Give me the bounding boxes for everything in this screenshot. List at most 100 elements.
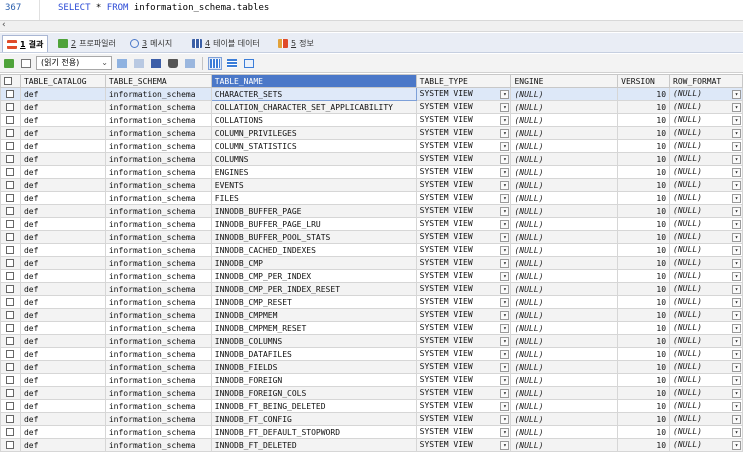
table-row[interactable]: def information_schema CHARACTER_SETS ▾ SYST…	[0, 87, 743, 101]
table-cell[interactable]: ▾ (NULL)	[669, 386, 743, 400]
cell-dropdown-icon[interactable]: ▾	[500, 402, 510, 411]
cell-dropdown-icon[interactable]: ▾	[500, 415, 510, 424]
table-cell[interactable]: ▾ SYSTEM VIEW	[415, 386, 512, 400]
table-cell[interactable]: ▾ SYSTEM VIEW	[415, 87, 512, 101]
row-checkbox-cell[interactable]	[0, 269, 21, 283]
cell-dropdown-icon[interactable]: ▾	[500, 350, 510, 359]
table-cell[interactable]: INNODB_DATAFILES	[210, 347, 417, 361]
table-cell[interactable]: (NULL)	[510, 256, 619, 270]
table-cell[interactable]: 10	[617, 321, 671, 335]
table-cell[interactable]: 10	[617, 399, 671, 413]
row-checkbox-cell[interactable]	[0, 347, 21, 361]
table-cell[interactable]: def	[19, 308, 106, 322]
duplicate-row-button[interactable]	[132, 57, 146, 70]
row-checkbox-cell[interactable]	[0, 256, 21, 270]
table-cell[interactable]: 10	[617, 256, 671, 270]
table-cell[interactable]: ▾ SYSTEM VIEW	[415, 243, 512, 257]
table-cell[interactable]: information_schema	[104, 178, 212, 192]
column-header[interactable]: TABLE_NAME	[210, 74, 417, 88]
row-checkbox[interactable]	[6, 181, 15, 189]
table-cell[interactable]: ▾ SYSTEM VIEW	[415, 295, 512, 309]
table-cell[interactable]: ▾ (NULL)	[669, 178, 743, 192]
cell-dropdown-icon[interactable]: ▾	[500, 194, 510, 203]
row-checkbox[interactable]	[6, 285, 15, 293]
cell-dropdown-icon[interactable]: ▾	[732, 389, 741, 398]
table-cell[interactable]: 10	[617, 191, 671, 205]
table-cell[interactable]: 10	[617, 347, 671, 361]
table-cell[interactable]: def	[19, 438, 106, 452]
table-cell[interactable]: 10	[617, 152, 671, 166]
table-cell[interactable]: def	[19, 399, 106, 413]
cell-dropdown-icon[interactable]: ▾	[732, 259, 741, 268]
table-cell[interactable]: information_schema	[104, 204, 212, 218]
table-cell[interactable]: (NULL)	[510, 178, 619, 192]
row-checkbox-cell[interactable]	[0, 204, 21, 218]
cell-dropdown-icon[interactable]: ▾	[732, 142, 741, 151]
table-cell[interactable]: INNODB_FT_DELETED	[210, 438, 417, 452]
table-cell[interactable]: information_schema	[104, 438, 212, 452]
table-cell[interactable]: information_schema	[104, 113, 212, 127]
table-cell[interactable]: FILES	[210, 191, 417, 205]
table-cell[interactable]: information_schema	[104, 282, 212, 296]
table-cell[interactable]: ▾ (NULL)	[669, 412, 743, 426]
table-cell[interactable]: information_schema	[104, 386, 212, 400]
table-cell[interactable]: 10	[617, 412, 671, 426]
row-checkbox-cell[interactable]	[0, 217, 21, 231]
table-cell[interactable]: ▾ SYSTEM VIEW	[415, 282, 512, 296]
table-cell[interactable]: (NULL)	[510, 334, 619, 348]
table-cell[interactable]: ▾ (NULL)	[669, 295, 743, 309]
cell-dropdown-icon[interactable]: ▾	[500, 90, 510, 99]
table-cell[interactable]: 10	[617, 100, 671, 114]
table-row[interactable]: def information_schema INNODB_CMPMEM ▾ SYSTE…	[0, 308, 743, 322]
cell-dropdown-icon[interactable]: ▾	[732, 207, 741, 216]
cell-dropdown-icon[interactable]: ▾	[732, 233, 741, 242]
table-cell[interactable]: COLUMN_PRIVILEGES	[210, 126, 417, 140]
table-row[interactable]: def information_schema INNODB_CMP_PER_INDE…	[0, 269, 743, 283]
table-cell[interactable]: def	[19, 113, 106, 127]
table-cell[interactable]: INNODB_CACHED_INDEXES	[210, 243, 417, 257]
table-row[interactable]: def information_schema COLLATIONS ▾ SYSTEM V…	[0, 113, 743, 127]
table-cell[interactable]: information_schema	[104, 399, 212, 413]
table-cell[interactable]: 10	[617, 373, 671, 387]
row-checkbox[interactable]	[6, 376, 15, 384]
column-header[interactable]: TABLE_SCHEMA	[104, 74, 212, 88]
table-cell[interactable]: (NULL)	[510, 113, 619, 127]
cell-dropdown-icon[interactable]: ▾	[732, 129, 741, 138]
row-checkbox-cell[interactable]	[0, 152, 21, 166]
tab-table-data[interactable]: 4 테이블 데이터	[192, 35, 260, 52]
table-cell[interactable]: (NULL)	[510, 269, 619, 283]
select-all-header[interactable]	[0, 74, 21, 88]
table-cell[interactable]: ▾ SYSTEM VIEW	[415, 152, 512, 166]
table-cell[interactable]: ▾ SYSTEM VIEW	[415, 438, 512, 452]
table-cell[interactable]: ▾ SYSTEM VIEW	[415, 204, 512, 218]
table-cell[interactable]: INNODB_COLUMNS	[210, 334, 417, 348]
cell-dropdown-icon[interactable]: ▾	[732, 246, 741, 255]
cell-dropdown-icon[interactable]: ▾	[732, 337, 741, 346]
cell-dropdown-icon[interactable]: ▾	[500, 246, 510, 255]
row-checkbox-cell[interactable]	[0, 100, 21, 114]
table-cell[interactable]: ▾ (NULL)	[669, 243, 743, 257]
table-cell[interactable]: (NULL)	[510, 282, 619, 296]
row-checkbox-cell[interactable]	[0, 178, 21, 192]
row-checkbox[interactable]	[6, 415, 15, 423]
row-checkbox-cell[interactable]	[0, 230, 21, 244]
result-grid[interactable]: TABLE_CATALOG TABLE_SCHEMA TABLE_NAME TA…	[0, 74, 743, 459]
cell-dropdown-icon[interactable]: ▾	[500, 298, 510, 307]
table-cell[interactable]: information_schema	[104, 256, 212, 270]
cell-dropdown-icon[interactable]: ▾	[500, 259, 510, 268]
table-cell[interactable]: ▾ (NULL)	[669, 334, 743, 348]
grid-view-button[interactable]	[208, 56, 222, 70]
table-cell[interactable]: def	[19, 412, 106, 426]
table-row[interactable]: def information_schema INNODB_BUFFER_PAGE ▾…	[0, 204, 743, 218]
table-cell[interactable]: ▾ (NULL)	[669, 100, 743, 114]
table-row[interactable]: def information_schema INNODB_FIELDS ▾ SYSTE…	[0, 360, 743, 374]
table-cell[interactable]: information_schema	[104, 321, 212, 335]
cell-dropdown-icon[interactable]: ▾	[500, 233, 510, 242]
row-checkbox[interactable]	[6, 129, 15, 137]
table-cell[interactable]: information_schema	[104, 126, 212, 140]
row-checkbox[interactable]	[6, 155, 15, 163]
table-cell[interactable]: (NULL)	[510, 126, 619, 140]
table-cell[interactable]: ▾ SYSTEM VIEW	[415, 191, 512, 205]
table-cell[interactable]: ▾ SYSTEM VIEW	[415, 373, 512, 387]
table-cell[interactable]: INNODB_CMPMEM	[210, 308, 417, 322]
